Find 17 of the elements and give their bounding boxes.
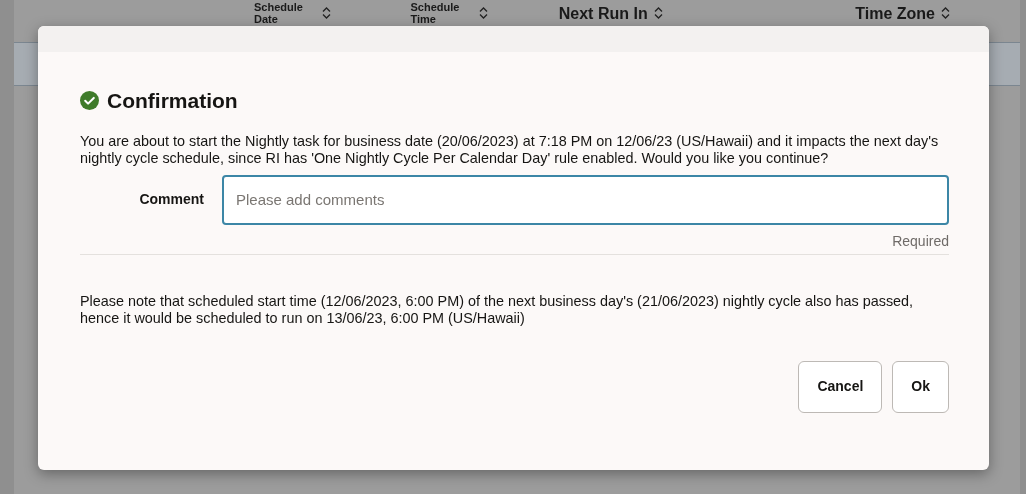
- sort-icon[interactable]: [941, 7, 950, 19]
- comment-label: Comment: [138, 190, 205, 209]
- message-text: You are about to start the Nightly task for business date (20/06/2023) at 7:18 PM on 12/06/23 (US/Hawaii) and it impacts the next day's nightly cycle schedule, since RI has 'One Nightly Cycle Per Calendar Day' rule enabled. Would you like you continue?: [80, 132, 940, 167]
- column-header[interactable]: Schedule Time: [410, 1, 473, 25]
- column-header[interactable]: Next Run In: [558, 4, 648, 22]
- required-hint: Required: [892, 232, 949, 249]
- column-header[interactable]: Time Zone: [855, 4, 935, 22]
- sort-icon[interactable]: [653, 7, 663, 19]
- dialog-button[interactable]: Ok: [892, 360, 949, 413]
- check-circle-icon: [80, 91, 99, 111]
- column-header[interactable]: Schedule Date: [254, 1, 316, 25]
- dialog-button[interactable]: Cancel: [798, 360, 883, 413]
- sort-icon[interactable]: [478, 7, 488, 19]
- dialog-title: Confirmation: [107, 88, 238, 114]
- note-text: Please note that scheduled start time (12/06/2023, 6:00 PM) of the next business day's (21/06/2023) nightly cycle also has passed, hence it would be scheduled to run on 13/06/23, 6:00 PM (US/Hawaii): [80, 292, 915, 327]
- comment-field[interactable]: Please add comments: [222, 174, 949, 225]
- sort-icon[interactable]: [322, 7, 331, 19]
